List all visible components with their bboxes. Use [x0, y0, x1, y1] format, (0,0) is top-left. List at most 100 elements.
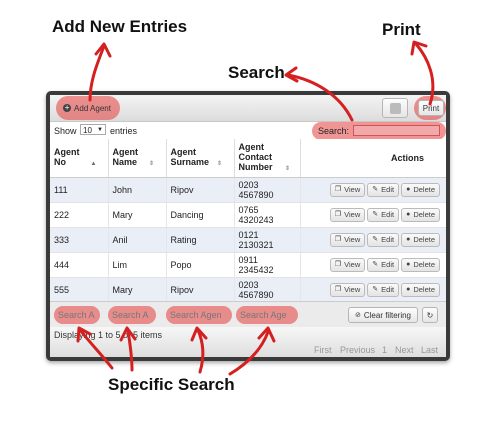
delete-icon: ● — [406, 186, 411, 193]
table-row: 444 Lim Popo 0911 2345432 ❐ View ✎ Edit ● Delete — [50, 252, 446, 278]
filter-placeholder: Search A — [58, 310, 95, 320]
view-label: View — [344, 210, 361, 219]
column-actions: Actions — [300, 139, 446, 178]
print-label: Print — [422, 103, 440, 113]
clear-icon: ⊘ — [354, 312, 361, 319]
column-label: Actions — [390, 153, 424, 163]
cell-agent-no: 333 — [50, 227, 109, 253]
delete-label: Delete — [413, 185, 435, 194]
edit-button[interactable]: ✎ Edit — [367, 208, 400, 222]
cell-agent-name: John — [108, 177, 167, 203]
cell-agent-surname: Ripov — [166, 277, 235, 303]
view-icon: ❐ — [334, 211, 342, 218]
cell-agent-contact: 0765 4320243 — [234, 202, 301, 228]
pagination-last[interactable]: Last — [421, 345, 438, 355]
view-label: View — [344, 235, 361, 244]
search-input[interactable] — [353, 125, 440, 136]
column-label: Agent No — [54, 147, 80, 167]
cell-actions: ❐ View ✎ Edit ● Delete — [300, 227, 446, 253]
annotation-add-new-entries: Add New Entries — [52, 17, 188, 36]
view-button[interactable]: ❐ View — [329, 233, 366, 247]
view-icon: ❐ — [334, 286, 342, 293]
view-label: View — [344, 285, 361, 294]
pagination-next[interactable]: Next — [395, 345, 414, 355]
filter-placeholder: Search Agen — [170, 310, 222, 320]
column-agent-name[interactable]: Agent Name ⇕ — [108, 139, 167, 178]
cell-agent-surname: Rating — [166, 227, 235, 253]
table-controls: Show 10 ▼ entries Search: — [50, 122, 446, 140]
plugin-button[interactable] — [382, 98, 408, 118]
cell-agent-name: Lim — [108, 252, 167, 278]
chevron-down-icon: ▼ — [97, 127, 103, 133]
delete-label: Delete — [413, 260, 435, 269]
view-icon: ❐ — [334, 236, 342, 243]
page-size-select[interactable]: 10 ▼ — [80, 124, 106, 135]
display-info: Displaying 1 to 5 of 5 items — [54, 330, 163, 340]
view-button[interactable]: ❐ View — [329, 208, 366, 222]
refresh-button[interactable]: ↻ — [422, 307, 438, 323]
page-size-value: 10 — [83, 126, 92, 135]
column-label: Agent Name — [112, 147, 139, 167]
edit-label: Edit — [381, 185, 395, 194]
sort-icon: ⇕ — [149, 161, 155, 167]
view-label: View — [344, 185, 361, 194]
add-agent-label: Add Agent — [74, 103, 111, 113]
column-agent-no[interactable]: Agent No ▲ — [50, 139, 109, 178]
search-label: Search: — [318, 126, 350, 136]
annotation-specific-search: Specific Search — [108, 375, 235, 394]
filter-agent-name-input[interactable]: Search A — [108, 306, 156, 324]
clear-filtering-label: Clear filtering — [363, 310, 411, 320]
view-button[interactable]: ❐ View — [329, 258, 366, 272]
pagination-page[interactable]: 1 — [382, 345, 387, 355]
view-icon: ❐ — [334, 186, 342, 193]
delete-button[interactable]: ● Delete — [401, 208, 440, 222]
table-header-row: Agent No ▲ Agent Name ⇕ Agent Surname ⇕ … — [50, 139, 446, 178]
filter-agent-surname-input[interactable]: Search Agen — [166, 306, 232, 324]
cell-agent-name: Anil — [108, 227, 167, 253]
app-window: + Add Agent Print Show 10 ▼ entries Sear… — [46, 91, 450, 361]
edit-icon: ✎ — [372, 211, 379, 218]
column-agent-surname[interactable]: Agent Surname ⇕ — [166, 139, 235, 178]
cell-actions: ❐ View ✎ Edit ● Delete — [300, 202, 446, 228]
cell-actions: ❐ View ✎ Edit ● Delete — [300, 177, 446, 203]
filter-agent-contact-input[interactable]: Search Age — [236, 306, 298, 324]
delete-label: Delete — [413, 235, 435, 244]
edit-label: Edit — [381, 260, 395, 269]
column-agent-contact[interactable]: Agent Contact Number ⇕ — [234, 139, 301, 178]
column-label: Agent Surname — [170, 147, 210, 167]
delete-label: Delete — [413, 285, 435, 294]
clear-filtering-button[interactable]: ⊘ Clear filtering — [348, 307, 418, 323]
cell-agent-no: 444 — [50, 252, 109, 278]
delete-button[interactable]: ● Delete — [401, 233, 440, 247]
cell-agent-contact: 0911 2345432 — [234, 252, 301, 278]
add-agent-button[interactable]: + Add Agent — [60, 100, 114, 116]
pagination-first[interactable]: First — [314, 345, 332, 355]
filter-placeholder: Search Age — [240, 310, 287, 320]
entries-label: entries — [110, 126, 138, 136]
agents-table: Agent No ▲ Agent Name ⇕ Agent Surname ⇕ … — [50, 139, 446, 303]
delete-button[interactable]: ● Delete — [401, 183, 440, 197]
edit-button[interactable]: ✎ Edit — [367, 283, 400, 297]
sort-icon: ⇕ — [217, 161, 223, 167]
print-button[interactable]: Print — [418, 100, 444, 116]
filter-agent-no-input[interactable]: Search A — [54, 306, 100, 324]
view-label: View — [344, 260, 361, 269]
cell-agent-surname: Dancing — [166, 202, 235, 228]
edit-button[interactable]: ✎ Edit — [367, 258, 400, 272]
pagination-previous[interactable]: Previous — [340, 345, 375, 355]
cell-agent-contact: 0203 4567890 — [234, 177, 301, 203]
table-row: 222 Mary Dancing 0765 4320243 ❐ View ✎ Edit ● Del… — [50, 202, 446, 228]
cell-agent-surname: Ripov — [166, 177, 235, 203]
delete-button[interactable]: ● Delete — [401, 258, 440, 272]
view-button[interactable]: ❐ View — [329, 283, 366, 297]
delete-button[interactable]: ● Delete — [401, 283, 440, 297]
cell-agent-name: Mary — [108, 277, 167, 303]
cell-agent-no: 222 — [50, 202, 109, 228]
table-row: 111 John Ripov 0203 4567890 ❐ View ✎ Edit ● Delet… — [50, 177, 446, 203]
edit-button[interactable]: ✎ Edit — [367, 183, 400, 197]
sort-icon: ⇕ — [285, 166, 291, 172]
view-button[interactable]: ❐ View — [329, 183, 366, 197]
edit-button[interactable]: ✎ Edit — [367, 233, 400, 247]
add-icon: + — [63, 103, 72, 112]
delete-icon: ● — [406, 261, 411, 268]
